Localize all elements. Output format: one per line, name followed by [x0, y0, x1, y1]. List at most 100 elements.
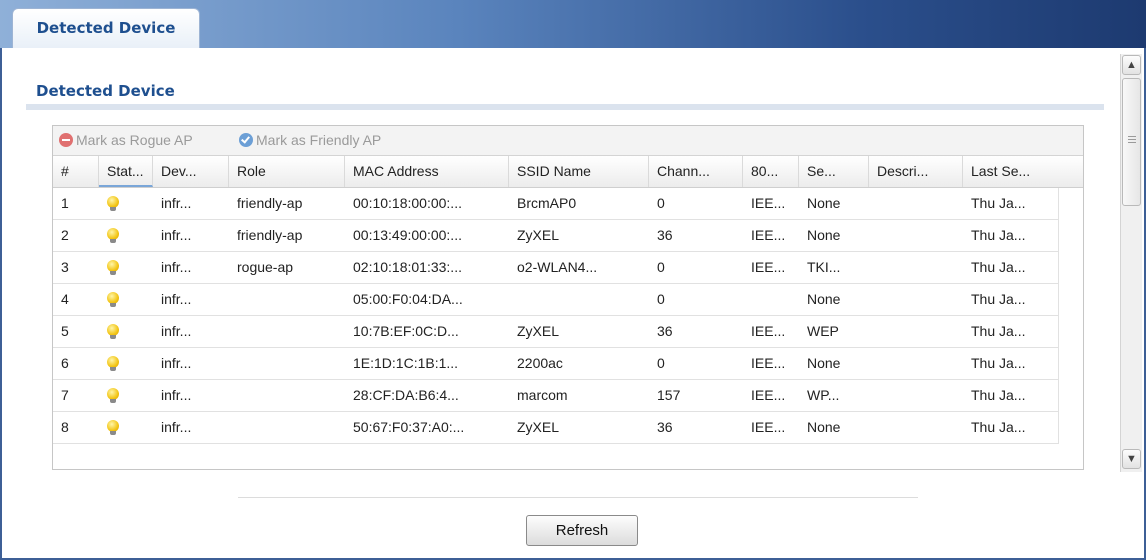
section-divider: [26, 104, 1104, 110]
cell-mac-address: 02:10:18:01:33:...: [353, 259, 462, 275]
col-header-description[interactable]: Descri...: [869, 156, 963, 187]
scroll-thumb[interactable]: [1122, 78, 1141, 206]
mark-rogue-ap-button[interactable]: Mark as Rogue AP: [59, 132, 193, 148]
cell-802-standard: IEE...: [751, 259, 786, 275]
cell-channel: 0: [657, 355, 665, 371]
top-header-bar: Detected Device: [0, 0, 1146, 48]
tab-detected-device[interactable]: Detected Device: [12, 8, 200, 48]
col-header-device[interactable]: Dev...: [153, 156, 229, 187]
cell-802-standard: IEE...: [751, 387, 786, 403]
col-header-role[interactable]: Role: [229, 156, 345, 187]
cell-mac-address: 1E:1D:1C:1B:1...: [353, 355, 459, 371]
cell-role: [229, 284, 345, 315]
table-row[interactable]: 1 infr... friendly-ap 00:10:18:00:00:... Brc…: [53, 188, 1059, 220]
cell-security: None: [807, 355, 841, 371]
cell-status: [99, 380, 153, 411]
cell-mac-address: 05:00:F0:04:DA...: [353, 291, 463, 307]
cell-channel: 0: [657, 195, 665, 211]
table-row[interactable]: 8 infr... 50:67:F0:37:A0:... ZyXEL 36 IEE... N…: [53, 412, 1059, 444]
lightbulb-icon: [107, 356, 119, 372]
table-header: # Stat... Dev... Role MAC Address SSID N…: [53, 156, 1083, 188]
cell-last-seen: Thu Ja...: [971, 259, 1026, 275]
cell-number: 7: [61, 387, 69, 403]
cell-mac-address: 00:13:49:00:00:...: [353, 227, 462, 243]
cell-role: [229, 380, 345, 411]
cell-number: 5: [61, 323, 69, 339]
table-row[interactable]: 4 infr... 05:00:F0:04:DA... 0 None Thu Ja...: [53, 284, 1059, 316]
cell-device: infr...: [161, 259, 192, 275]
cell-ssid-name: ZyXEL: [517, 323, 560, 339]
cell-status: [99, 412, 153, 443]
cell-device: infr...: [161, 387, 192, 403]
minus-circle-icon: [59, 133, 73, 147]
cell-status: [99, 316, 153, 347]
cell-security: WEP: [807, 323, 839, 339]
detected-device-table: Mark as Rogue AP Mark as Friendly AP # S…: [52, 125, 1084, 470]
cell-last-seen: Thu Ja...: [971, 323, 1026, 339]
col-header-802-standard[interactable]: 80...: [743, 156, 799, 187]
table-toolbar: Mark as Rogue AP Mark as Friendly AP: [53, 126, 1083, 156]
cell-role: [229, 348, 345, 379]
page-scrollbar[interactable]: ▲ ▼: [1120, 54, 1142, 472]
cell-mac-address: 10:7B:EF:0C:D...: [353, 323, 459, 339]
table-row[interactable]: 3 infr... rogue-ap 02:10:18:01:33:... o2-WLA…: [53, 252, 1059, 284]
refresh-button[interactable]: Refresh: [526, 515, 638, 546]
col-header-status[interactable]: Stat...: [99, 156, 153, 187]
table-row[interactable]: 5 infr... 10:7B:EF:0C:D... ZyXEL 36 IEE... WEP…: [53, 316, 1059, 348]
cell-status: [99, 220, 153, 251]
cell-description: [869, 188, 963, 219]
cell-number: 2: [61, 227, 69, 243]
col-header-security[interactable]: Se...: [799, 156, 869, 187]
col-header-ssid-name[interactable]: SSID Name: [509, 156, 649, 187]
cell-description: [869, 220, 963, 251]
cell-channel: 36: [657, 323, 673, 339]
cell-status: [99, 252, 153, 283]
cell-device: infr...: [161, 227, 192, 243]
cell-status: [99, 188, 153, 219]
mark-friendly-label: Mark as Friendly AP: [256, 132, 382, 148]
table-row[interactable]: 2 infr... friendly-ap 00:13:49:00:00:... ZyX…: [53, 220, 1059, 252]
col-header-last-seen[interactable]: Last Se...: [963, 156, 1083, 187]
lightbulb-icon: [107, 292, 119, 308]
mark-friendly-ap-button[interactable]: Mark as Friendly AP: [239, 132, 381, 148]
cell-ssid-name: o2-WLAN4...: [517, 259, 598, 275]
lightbulb-icon: [107, 196, 119, 212]
col-header-mac-address[interactable]: MAC Address: [345, 156, 509, 187]
cell-security: None: [807, 195, 841, 211]
cell-description: [869, 412, 963, 443]
cell-802-standard: IEE...: [751, 323, 786, 339]
cell-ssid-name: ZyXEL: [517, 227, 560, 243]
table-row[interactable]: 7 infr... 28:CF:DA:B6:4... marcom 157 IEE... W…: [53, 380, 1059, 412]
cell-mac-address: 00:10:18:00:00:...: [353, 195, 462, 211]
cell-role: [229, 412, 345, 443]
cell-ssid-name: ZyXEL: [517, 419, 560, 435]
cell-last-seen: Thu Ja...: [971, 355, 1026, 371]
col-header-number[interactable]: #: [53, 156, 99, 187]
mark-rogue-label: Mark as Rogue AP: [76, 132, 193, 148]
cell-channel: 36: [657, 419, 673, 435]
cell-last-seen: Thu Ja...: [971, 195, 1026, 211]
cell-security: TKI...: [807, 259, 841, 275]
cell-ssid-name: [509, 284, 649, 315]
cell-802-standard: IEE...: [751, 419, 786, 435]
scroll-down-button[interactable]: ▼: [1122, 449, 1141, 469]
cell-device: infr...: [161, 419, 192, 435]
cell-description: [869, 252, 963, 283]
table-row[interactable]: 6 infr... 1E:1D:1C:1B:1... 2200ac 0 IEE... Non…: [53, 348, 1059, 380]
cell-security: None: [807, 291, 841, 307]
cell-number: 1: [61, 195, 69, 211]
check-circle-icon: [239, 133, 253, 147]
lightbulb-icon: [107, 228, 119, 244]
cell-role: [229, 316, 345, 347]
cell-channel: 0: [657, 291, 665, 307]
cell-role: friendly-ap: [237, 227, 303, 243]
cell-last-seen: Thu Ja...: [971, 419, 1026, 435]
cell-802-standard: IEE...: [751, 195, 786, 211]
cell-description: [869, 316, 963, 347]
cell-802-standard: IEE...: [751, 355, 786, 371]
scroll-up-button[interactable]: ▲: [1122, 55, 1141, 75]
cell-channel: 0: [657, 259, 665, 275]
lightbulb-icon: [107, 324, 119, 340]
cell-device: infr...: [161, 291, 192, 307]
col-header-channel[interactable]: Chann...: [649, 156, 743, 187]
